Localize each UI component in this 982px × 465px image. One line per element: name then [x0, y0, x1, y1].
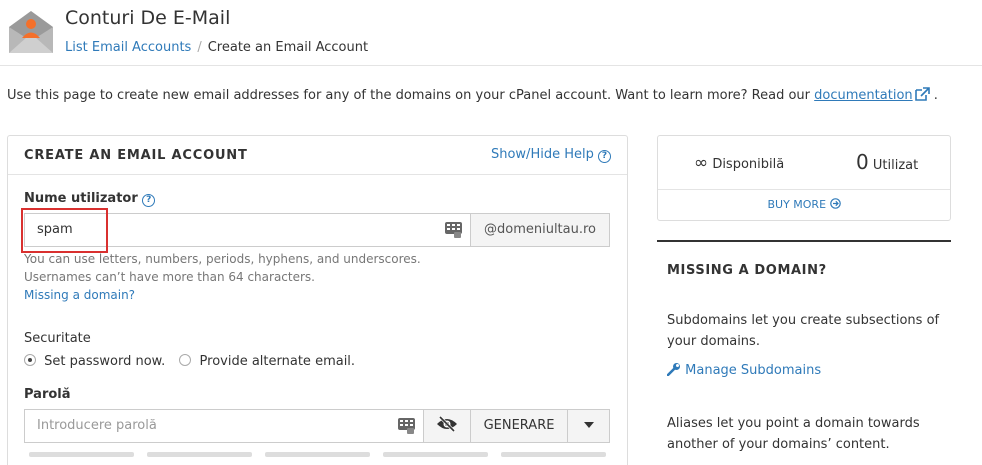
generate-options-dropdown[interactable]: [567, 409, 610, 443]
generate-password-button[interactable]: GENERARE: [470, 409, 568, 443]
panel-header: CREATE AN EMAIL ACCOUNT Show/Hide Help ?: [8, 136, 627, 175]
help-icon: ?: [598, 150, 611, 163]
username-label-text: Nume utilizator: [24, 191, 138, 206]
stats-row: ∞ Disponibilă 0 Utilizat: [658, 136, 950, 190]
page-header: Conturi De E-Mail List Email Accounts / Cr…: [0, 0, 982, 66]
username-hint-length: Usernames can’t have more than 64 charac…: [24, 270, 315, 284]
buy-more-label: BUY MORE: [767, 198, 827, 211]
domain-addon[interactable]: @domeniultau.ro: [470, 213, 610, 247]
strength-bar-5: [501, 452, 606, 457]
available-label: Disponibilă: [712, 157, 785, 172]
radio-alternate-email[interactable]: [179, 354, 192, 366]
used-count: 0: [856, 150, 869, 174]
password-input[interactable]: Introducere parolă: [24, 409, 424, 443]
external-link-icon[interactable]: [914, 87, 930, 101]
toggle-visibility-button[interactable]: [423, 409, 471, 443]
arrow-circle-right-icon: [829, 198, 841, 209]
intro-sentence: Use this page to create new email addres…: [7, 88, 811, 103]
email-accounts-logo-icon: [9, 11, 53, 53]
strength-bar-1: [29, 452, 134, 457]
intro-text: Use this page to create new email addres…: [7, 87, 938, 103]
password-label: Parolă: [24, 387, 71, 402]
username-hint-chars: You can use letters, numbers, periods, h…: [24, 252, 421, 266]
infinity-symbol: ∞: [694, 153, 709, 173]
manage-subdomains-link[interactable]: Manage Subdomains: [666, 362, 822, 378]
show-hide-help-link[interactable]: Show/Hide Help ?: [491, 147, 611, 163]
breadcrumb-list-email-accounts[interactable]: List Email Accounts: [65, 40, 191, 55]
security-options: Set password now. Provide alternate emai…: [24, 354, 355, 369]
wrench-icon: [666, 363, 680, 377]
breadcrumb-separator: /: [197, 40, 202, 55]
help-toggle-label: Show/Hide Help: [490, 147, 594, 162]
panel-title: CREATE AN EMAIL ACCOUNT: [24, 148, 248, 163]
subdomains-text: Subdomains let you create subsections of…: [667, 313, 940, 349]
caret-down-icon: [583, 422, 594, 428]
missing-domain-title: MISSING A DOMAIN?: [667, 263, 827, 278]
manage-subdomains-label: Manage Subdomains: [685, 363, 822, 378]
security-label: Securitate: [24, 331, 91, 346]
eye-slash-icon: [437, 415, 457, 433]
strength-bar-2: [147, 452, 252, 457]
radio-alternate-email-label[interactable]: Provide alternate email.: [200, 354, 356, 369]
account-stats-panel: ∞ Disponibilă 0 Utilizat BUY MORE: [657, 135, 951, 221]
breadcrumb-current: Create an Email Account: [207, 40, 369, 55]
password-placeholder: Introducere parolă: [37, 418, 157, 433]
aliases-text: Aliases let you point a domain towards a…: [667, 416, 920, 452]
used-label: Utilizat: [872, 158, 919, 173]
page-title: Conturi De E-Mail: [65, 7, 231, 29]
stat-available: ∞ Disponibilă: [694, 153, 784, 173]
keyboard-icon[interactable]: [445, 222, 462, 238]
radio-set-password[interactable]: [24, 354, 36, 366]
username-help-icon[interactable]: ?: [142, 194, 156, 207]
buy-more-link[interactable]: BUY MORE: [658, 198, 950, 211]
stat-used: 0 Utilizat: [856, 150, 918, 174]
strength-bar-4: [383, 452, 488, 457]
strength-bar-3: [265, 452, 370, 457]
username-highlight-box: [21, 208, 108, 253]
password-keyboard-icon[interactable]: [398, 418, 415, 434]
missing-domain-link[interactable]: Missing a domain?: [24, 288, 135, 302]
sidebar-divider: [657, 240, 951, 242]
username-label: Nume utilizator ?: [24, 191, 156, 207]
intro-end: .: [933, 88, 938, 103]
breadcrumb: List Email Accounts / Create an Email Acco…: [65, 40, 368, 55]
documentation-link[interactable]: documentation: [814, 88, 912, 103]
radio-set-password-label[interactable]: Set password now.: [44, 354, 165, 369]
